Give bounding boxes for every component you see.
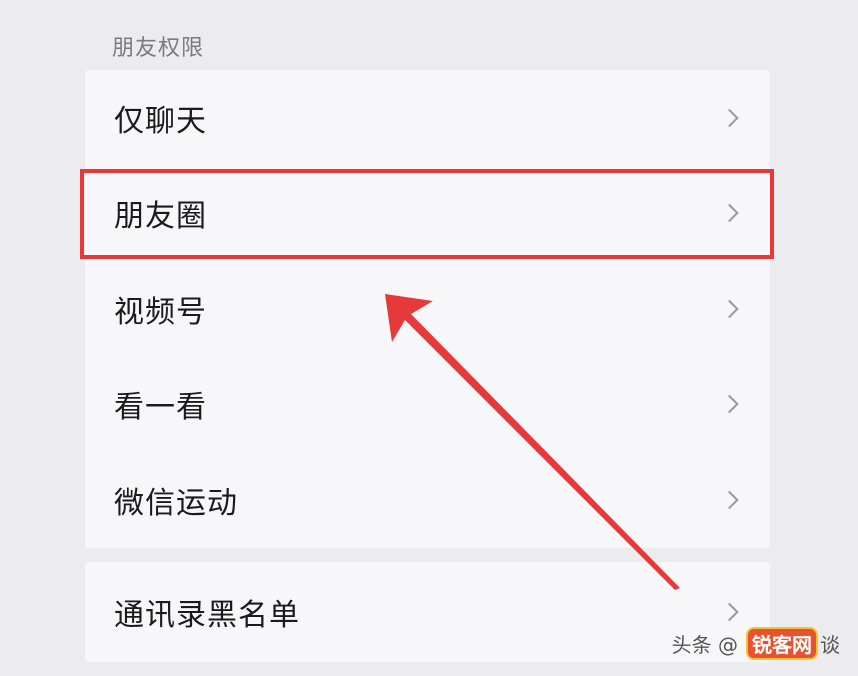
section-title: 朋友权限 <box>112 36 205 61</box>
row-label: 微信运动 <box>114 485 238 521</box>
friend-permissions-page: 朋友权限 仅聊天 朋友圈 视频号 看一看 微信运动 通讯录黑名单 头条 @ 锐客… <box>0 0 858 676</box>
row-wechat-sports[interactable]: 微信运动 <box>85 452 770 548</box>
chevron-right-icon <box>720 490 739 509</box>
row-label: 仅聊天 <box>114 103 207 139</box>
permissions-list: 仅聊天 朋友圈 视频号 看一看 微信运动 <box>85 70 770 548</box>
chevron-right-icon <box>720 602 739 622</box>
watermark-tail: 谈 <box>820 633 840 657</box>
row-contacts-blacklist[interactable]: 通讯录黑名单 <box>85 562 770 662</box>
watermark-source: 头条 @ <box>671 633 738 657</box>
row-label: 视频号 <box>114 294 207 330</box>
row-chat-only[interactable]: 仅聊天 <box>85 70 770 166</box>
row-label: 通讯录黑名单 <box>114 598 300 633</box>
row-top-stories[interactable]: 看一看 <box>85 357 770 453</box>
row-channels[interactable]: 视频号 <box>85 261 770 357</box>
chevron-right-icon <box>720 395 739 414</box>
row-moments[interactable]: 朋友圈 <box>85 166 770 262</box>
watermark: 头条 @ 锐客网 谈 <box>672 627 840 660</box>
watermark-badge: 锐客网 <box>746 627 818 660</box>
row-label: 朋友圈 <box>114 199 207 235</box>
row-label: 看一看 <box>114 390 207 426</box>
chevron-right-icon <box>720 299 739 318</box>
chevron-right-icon <box>720 204 739 223</box>
blacklist-card: 通讯录黑名单 <box>85 562 770 662</box>
chevron-right-icon <box>720 108 739 127</box>
